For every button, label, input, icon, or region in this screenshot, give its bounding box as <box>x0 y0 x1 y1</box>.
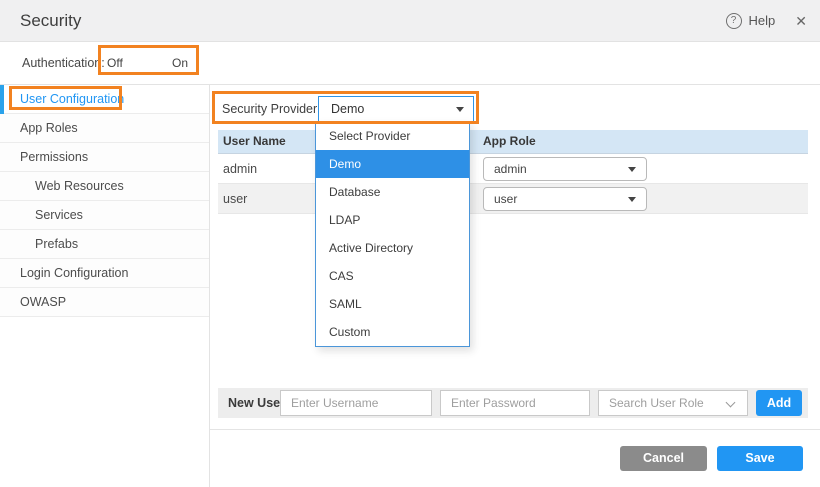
active-indicator-bar <box>0 85 4 114</box>
sidebar-nav: User Configuration App Roles Permissions… <box>0 85 210 487</box>
help-link[interactable]: Help <box>749 13 776 28</box>
page-title: Security <box>20 0 81 41</box>
provider-option-custom[interactable]: Custom <box>316 318 469 346</box>
sidebar-item-web-resources[interactable]: Web Resources <box>0 172 209 201</box>
sidebar-item-user-configuration[interactable]: User Configuration <box>0 85 209 114</box>
users-table: User Name App Role admin admin user user <box>218 130 808 214</box>
close-icon[interactable]: ✕ <box>795 14 807 28</box>
sidebar-item-permissions[interactable]: Permissions <box>0 143 209 172</box>
help-icon[interactable]: ? <box>726 13 742 29</box>
sidebar-item-label: Permissions <box>20 150 88 164</box>
sidebar-item-login-configuration[interactable]: Login Configuration <box>0 259 209 288</box>
provider-option-saml[interactable]: SAML <box>316 290 469 318</box>
chevron-down-icon <box>726 398 736 408</box>
title-bar: Security ? Help ✕ <box>0 0 820 42</box>
authentication-label: Authentication: <box>22 42 105 84</box>
new-password-input[interactable] <box>440 390 590 416</box>
new-username-input[interactable] <box>280 390 432 416</box>
sidebar-item-owasp[interactable]: OWASP <box>0 288 209 317</box>
caret-down-icon <box>628 167 636 172</box>
app-role-select[interactable]: admin <box>483 157 647 181</box>
provider-option-active-directory[interactable]: Active Directory <box>316 234 469 262</box>
app-role-select[interactable]: user <box>483 187 647 211</box>
user-role-select[interactable]: Search User Role <box>598 390 748 416</box>
provider-option-cas[interactable]: CAS <box>316 262 469 290</box>
security-provider-select[interactable]: Demo <box>318 96 474 123</box>
toggle-off-label: Off <box>107 42 123 84</box>
app-role-cell: admin <box>475 157 808 181</box>
sidebar-item-services[interactable]: Services <box>0 201 209 230</box>
table-row: user user <box>218 184 808 214</box>
sidebar-item-label: Login Configuration <box>20 266 128 280</box>
provider-option-database[interactable]: Database <box>316 178 469 206</box>
add-user-button[interactable]: Add <box>756 390 802 416</box>
sidebar-item-app-roles[interactable]: App Roles <box>0 114 209 143</box>
provider-option-ldap[interactable]: LDAP <box>316 206 469 234</box>
app-role-value: user <box>494 188 517 210</box>
sidebar-item-prefabs[interactable]: Prefabs <box>0 230 209 259</box>
toggle-on-label: On <box>172 42 188 84</box>
caret-down-icon <box>628 197 636 202</box>
security-dialog: Security ? Help ✕ Authentication: Off On… <box>0 0 820 487</box>
app-role-cell: user <box>475 187 808 211</box>
table-row: admin admin <box>218 154 808 184</box>
user-role-placeholder: Search User Role <box>609 391 704 415</box>
footer-divider <box>210 429 820 430</box>
sidebar-item-label: Web Resources <box>35 179 124 193</box>
sidebar-item-label: Services <box>35 208 83 222</box>
security-provider-label: Security Provider: <box>222 97 321 122</box>
title-bar-actions: ? Help ✕ <box>726 0 807 41</box>
new-user-bar: New User: Search User Role Add <box>218 388 808 418</box>
sidebar-item-label: User Configuration <box>20 92 124 106</box>
caret-down-icon <box>456 107 464 112</box>
authentication-row: Authentication: Off On <box>0 42 820 85</box>
app-role-value: admin <box>494 158 527 180</box>
provider-option-select-provider[interactable]: Select Provider <box>316 122 469 150</box>
cancel-button[interactable]: Cancel <box>620 446 707 471</box>
sidebar-item-label: OWASP <box>20 295 66 309</box>
provider-option-demo[interactable]: Demo <box>316 150 469 178</box>
sidebar-item-label: App Roles <box>20 121 78 135</box>
users-table-header: User Name App Role <box>218 130 808 154</box>
security-provider-dropdown-list: Select Provider Demo Database LDAP Activ… <box>315 121 470 347</box>
save-button[interactable]: Save <box>717 446 803 471</box>
app-role-column-header: App Role <box>475 130 808 153</box>
security-provider-value: Demo <box>331 97 364 122</box>
sidebar-item-label: Prefabs <box>35 237 78 251</box>
